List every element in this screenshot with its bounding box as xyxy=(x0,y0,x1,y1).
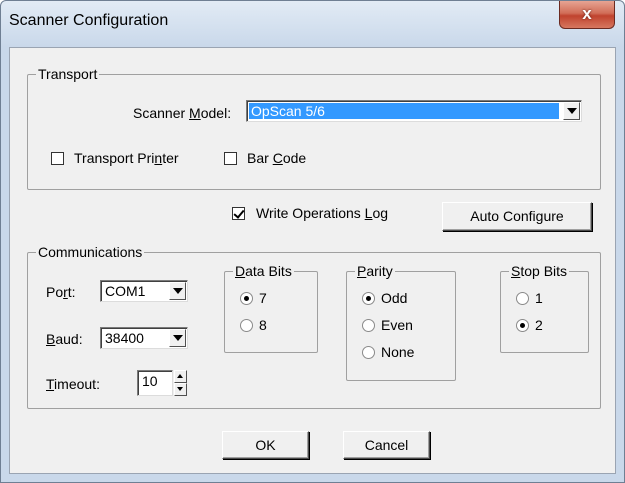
stop-bits-radio-2[interactable] xyxy=(516,319,529,332)
chevron-down-icon xyxy=(173,288,183,294)
baud-select[interactable]: 38400 xyxy=(100,327,188,349)
stop-bits-legend: Stop Bits xyxy=(509,263,570,279)
data-bits-radio-8[interactable] xyxy=(240,319,253,332)
dialog-body: Transport Scanner Model: OpScan 5/6 Tran… xyxy=(9,47,616,474)
parity-radio-odd[interactable] xyxy=(362,292,375,305)
port-select[interactable]: COM1 xyxy=(100,280,188,302)
parity-radio-even[interactable] xyxy=(362,319,375,332)
stop-bits-label-2[interactable]: 2 xyxy=(535,317,543,333)
scanner-model-select[interactable]: OpScan 5/6 xyxy=(246,100,582,122)
port-label: Port: xyxy=(46,284,76,300)
close-button[interactable]: x xyxy=(559,1,615,29)
window-title: Scanner Configuration xyxy=(9,12,169,29)
write-operations-log-checkbox[interactable] xyxy=(232,207,245,220)
arrow-down-icon xyxy=(177,387,183,391)
transport-legend: Transport xyxy=(36,66,100,82)
communications-group: Communications Port: COM1 Baud: 38400 Ti… xyxy=(27,244,601,409)
parity-label-odd[interactable]: Odd xyxy=(381,290,407,306)
port-value: COM1 xyxy=(105,283,146,299)
close-icon: x xyxy=(582,4,592,23)
transport-printer-checkbox[interactable] xyxy=(51,152,64,165)
data-bits-radio-7[interactable] xyxy=(240,292,253,305)
timeout-value: 10 xyxy=(142,373,158,389)
title-bar[interactable]: Scanner Configuration x xyxy=(1,1,624,47)
data-bits-label-8[interactable]: 8 xyxy=(259,317,267,333)
stop-bits-group: Stop Bits 1 2 xyxy=(500,263,589,353)
write-operations-log-label[interactable]: Write Operations Log xyxy=(256,205,388,221)
dialog-window: Scanner Configuration x Transport Scanne… xyxy=(0,0,625,483)
stop-bits-label-1[interactable]: 1 xyxy=(535,290,543,306)
parity-group: Parity Odd Even None xyxy=(346,263,456,381)
data-bits-legend: Data Bits xyxy=(233,263,294,279)
timeout-input[interactable]: 10 xyxy=(137,370,173,396)
timeout-label: Timeout: xyxy=(46,376,100,392)
parity-label-none[interactable]: None xyxy=(381,344,414,360)
stop-bits-radio-1[interactable] xyxy=(516,292,529,305)
scanner-model-label: Scanner Model: xyxy=(133,105,232,121)
arrow-up-icon xyxy=(177,374,183,378)
parity-legend: Parity xyxy=(355,263,395,279)
data-bits-label-7[interactable]: 7 xyxy=(259,290,267,306)
baud-dropdown-button[interactable] xyxy=(169,329,186,347)
parity-radio-none[interactable] xyxy=(362,346,375,359)
scanner-model-value: OpScan 5/6 xyxy=(249,103,559,119)
chevron-down-icon xyxy=(567,108,577,114)
timeout-spin-down[interactable] xyxy=(174,383,187,396)
data-bits-group: Data Bits 7 8 xyxy=(224,263,318,353)
baud-value: 38400 xyxy=(105,330,144,346)
cancel-button[interactable]: Cancel xyxy=(343,431,430,459)
chevron-down-icon xyxy=(173,335,183,341)
timeout-spin-up[interactable] xyxy=(174,370,187,383)
parity-label-even[interactable]: Even xyxy=(381,317,413,333)
scanner-model-dropdown-button[interactable] xyxy=(563,102,580,120)
communications-legend: Communications xyxy=(36,244,145,260)
baud-label: Baud: xyxy=(46,331,83,347)
port-dropdown-button[interactable] xyxy=(169,282,186,300)
ok-button[interactable]: OK xyxy=(222,431,309,459)
transport-group: Transport Scanner Model: OpScan 5/6 Tran… xyxy=(27,66,601,190)
bar-code-label[interactable]: Bar Code xyxy=(247,150,306,166)
auto-configure-button[interactable]: Auto Configure xyxy=(442,202,592,231)
bar-code-checkbox[interactable] xyxy=(224,152,237,165)
transport-printer-label[interactable]: Transport Printer xyxy=(74,150,179,166)
